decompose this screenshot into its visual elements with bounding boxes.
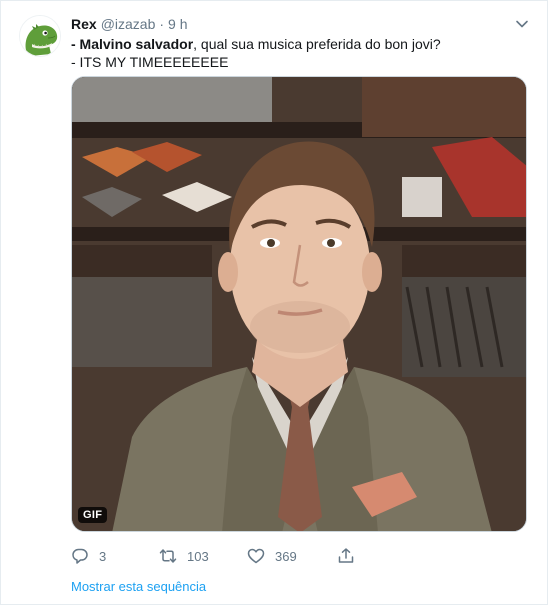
speech-bubble-icon <box>72 548 88 564</box>
tweet-text-rest: , qual sua musica preferida do bon jovi? <box>193 36 441 52</box>
chevron-down-icon <box>516 20 528 28</box>
share-upload-icon <box>338 548 354 563</box>
tweet-header: Rex @izazab · 9 h <box>71 15 188 33</box>
tweet-actions: 3 103 369 <box>71 545 371 567</box>
dinosaur-avatar-icon <box>20 16 60 56</box>
tweet-timestamp[interactable]: 9 h <box>168 16 187 32</box>
user-avatar[interactable] <box>19 15 61 57</box>
separator-dot: · <box>159 16 165 32</box>
show-thread-link[interactable]: Mostrar esta sequência <box>71 579 206 594</box>
tweet-text-line-1: - Malvino salvador, qual sua musica pref… <box>71 35 511 53</box>
heart-icon <box>247 548 265 564</box>
display-name[interactable]: Rex <box>71 16 97 32</box>
tweet-text-line-2: - ITS MY TIMEEEEEEEE <box>71 54 229 70</box>
tweet-text: - Malvino salvador, qual sua musica pref… <box>71 35 511 71</box>
retweet-count: 103 <box>187 548 209 564</box>
like-button[interactable]: 369 <box>247 545 297 567</box>
reply-count: 3 <box>99 548 107 564</box>
user-handle[interactable]: @izazab <box>101 16 156 32</box>
retweet-arrows-icon <box>159 549 177 563</box>
tweet-card[interactable]: Rex @izazab · 9 h - Malvino salvador, qu… <box>0 0 548 605</box>
like-count: 369 <box>275 548 297 564</box>
tweet-text-bold: - Malvino salvador <box>71 36 194 52</box>
share-button[interactable] <box>337 545 365 567</box>
retweet-button[interactable]: 103 <box>159 545 209 567</box>
more-options-button[interactable] <box>515 17 529 31</box>
gif-badge: GIF <box>78 507 108 523</box>
gif-media[interactable]: GIF <box>71 76 527 532</box>
reply-button[interactable]: 3 <box>71 545 106 567</box>
gif-frame-image <box>72 77 526 531</box>
